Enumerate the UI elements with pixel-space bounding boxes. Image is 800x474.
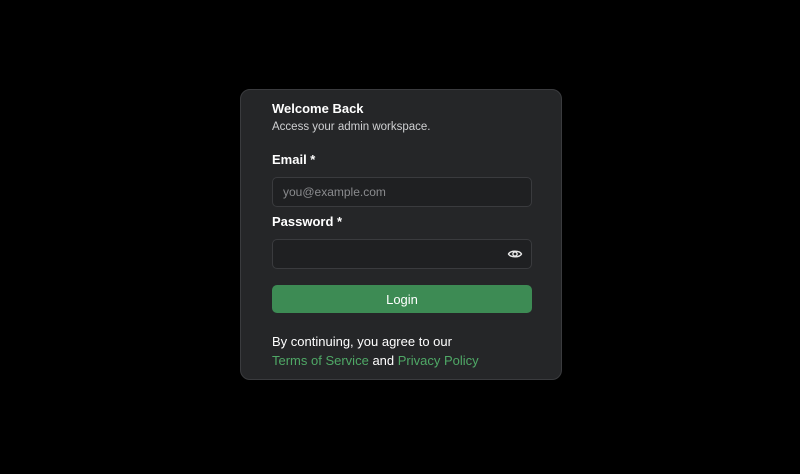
terms-prefix-text: By continuing, you agree to our — [272, 334, 452, 349]
privacy-policy-link[interactable]: Privacy Policy — [398, 353, 479, 368]
email-field-container — [272, 177, 532, 207]
password-label: Password * — [272, 214, 343, 229]
password-field-container — [272, 239, 532, 269]
login-card: Welcome Back Access your admin workspace… — [240, 89, 562, 380]
terms-of-service-link[interactable]: Terms of Service — [272, 353, 369, 368]
card-title: Welcome Back — [272, 101, 364, 116]
password-input[interactable] — [273, 240, 531, 268]
terms-and-text: and — [372, 353, 395, 368]
terms-notice: By continuing, you agree to our Terms of… — [272, 332, 542, 370]
email-input[interactable] — [273, 178, 531, 206]
page-background: Welcome Back Access your admin workspace… — [0, 0, 800, 474]
login-button[interactable]: Login — [272, 285, 532, 313]
eye-icon[interactable] — [507, 246, 523, 262]
card-subtitle: Access your admin workspace. — [272, 121, 431, 133]
email-label: Email * — [272, 152, 316, 167]
